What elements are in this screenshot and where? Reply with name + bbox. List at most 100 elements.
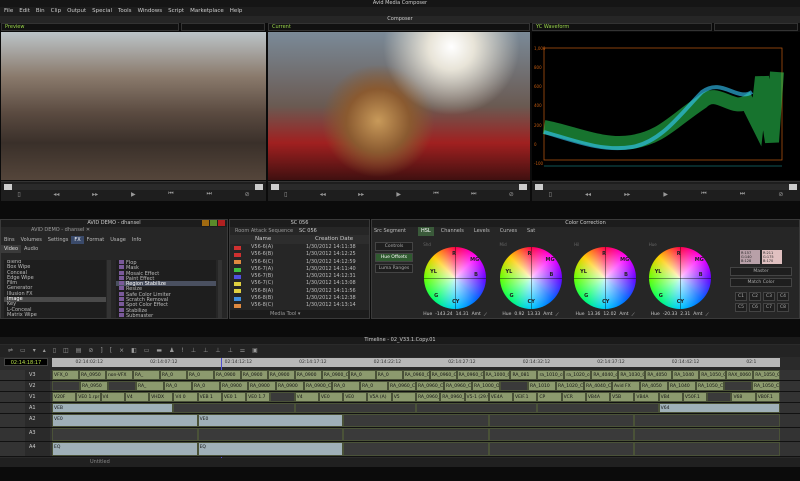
timeline-clip[interactable]: V50F.1 <box>682 392 708 402</box>
transport-button[interactable]: ⏭ <box>740 190 745 198</box>
timeline-clip[interactable]: RA_1050_COMP_v001 <box>699 370 727 380</box>
category-scrollbar[interactable] <box>107 260 111 318</box>
timeline-clip[interactable]: VEIF.1 <box>513 392 538 402</box>
preview-monitor-menu[interactable]: Preview <box>1 23 179 31</box>
timeline-clip[interactable] <box>52 428 198 441</box>
waveform-scrub-bar[interactable] <box>535 184 797 190</box>
current-frame[interactable] <box>268 32 530 180</box>
tab-format[interactable]: Format <box>84 236 108 244</box>
timecode-display[interactable]: 02:14:18:17 <box>4 358 48 366</box>
transport-button[interactable]: ⏭ <box>206 190 211 198</box>
transport-button[interactable]: ▶ <box>663 191 668 198</box>
effect-scrollbar[interactable] <box>218 260 222 318</box>
menu-clip[interactable]: Clip <box>51 7 61 16</box>
timeline-clip[interactable]: RA_0 <box>186 370 214 380</box>
bucket-c8[interactable]: C8 <box>777 303 789 312</box>
table-row[interactable]: V56-6(A) 1/30/2012 14:11:38 <box>230 244 369 251</box>
amount-value[interactable]: 2.31 <box>680 312 690 318</box>
timeline-clip[interactable]: RAX_0060 <box>726 370 754 380</box>
timeline-toolbar[interactable]: ⇌▭▾▴▯◫▤⊘][⨯◧▭▬♟!⊥⊥⊥⊥⚌▣ <box>0 345 800 357</box>
timeline-ruler[interactable]: 02:14:02:12 02:14:07:12 02:14:12:12 02:14:1… <box>52 358 780 367</box>
subtab-video[interactable]: Video <box>1 245 22 253</box>
amount-value[interactable]: 14.31 <box>456 312 469 318</box>
tab-hsl[interactable]: HSL <box>418 227 434 236</box>
minimize-button[interactable] <box>202 220 209 226</box>
color-wheel[interactable]: R MG B CY G YL <box>424 247 487 309</box>
timeline-clip[interactable]: EQ <box>197 442 344 456</box>
track-label[interactable]: V2 <box>25 381 50 391</box>
color-wheel[interactable]: R MG B CY G YL <box>499 247 562 309</box>
timeline-clip[interactable]: VFX_0 <box>52 370 79 380</box>
table-row[interactable]: V56-7(B) 1/30/2012 14:12:31 <box>230 273 369 280</box>
table-row[interactable]: V56-7(C) 1/30/2012 14:13:08 <box>230 280 369 287</box>
track-label[interactable]: A1 <box>25 403 50 413</box>
timeline-clip[interactable]: Avid FX <box>612 381 640 391</box>
timeline-clip[interactable]: RA_1040 <box>668 381 696 391</box>
bucket-c6[interactable]: C6 <box>749 303 761 312</box>
timeline-clip[interactable]: RA_081 <box>510 370 538 380</box>
track-label[interactable]: V3 <box>25 370 50 380</box>
timeline-clip[interactable]: V5 <box>391 392 416 402</box>
side-hue-offsets[interactable]: Hue Offsets <box>375 253 413 262</box>
timeline-clip[interactable]: RA_0 <box>164 381 192 391</box>
menu-special[interactable]: Special <box>92 7 112 16</box>
timeline-clip[interactable]: V4 <box>294 392 319 402</box>
timeline-clip[interactable]: V4 0 <box>173 392 198 402</box>
timeline-clip[interactable]: VEB 1 <box>197 392 222 402</box>
swatch-target[interactable]: R:211 G:175 B:170 <box>762 250 782 264</box>
timeline-clip[interactable] <box>343 428 489 441</box>
color-wheel[interactable]: R MG B CY G YL <box>574 247 637 309</box>
table-row[interactable]: V56-8(B) 1/30/2012 14:12:38 <box>230 295 369 302</box>
timeline-clip[interactable] <box>197 428 344 441</box>
tab-bins[interactable]: Bins <box>1 236 18 244</box>
timeline-clip[interactable]: ra_1010_cc <box>537 370 565 380</box>
effect-category[interactable]: Matrix Wipe <box>4 312 106 318</box>
menu-windows[interactable]: Windows <box>138 7 163 16</box>
timeline-clip[interactable]: RA_0 <box>348 370 376 380</box>
transport-button[interactable]: ◂◂ <box>585 191 591 198</box>
bucket-c2[interactable]: C2 <box>749 292 761 301</box>
bucket-c1[interactable]: C1 <box>735 292 747 301</box>
side-luma-ranges[interactable]: Luma Ranges <box>375 264 413 273</box>
timeline-clip[interactable]: RA_1050_COMP_v001_l_mov <box>753 370 781 380</box>
effects-bin-tab[interactable]: AVID DEMO - dhansel ✕ <box>1 227 227 234</box>
timeline-clip[interactable]: RA_1050_COMP_v001_l_mov <box>752 381 780 391</box>
column-creation-date[interactable]: Creation Date <box>315 235 353 244</box>
timeline-clip[interactable] <box>488 414 635 427</box>
timeline-clip[interactable] <box>537 403 659 413</box>
menu-edit[interactable]: Edit <box>19 7 30 16</box>
timeline-clip[interactable]: RA_0900 <box>240 370 268 380</box>
waveform-dropdown[interactable] <box>714 23 798 31</box>
timeline-clip[interactable] <box>52 381 80 391</box>
timeline-clip[interactable] <box>634 442 780 456</box>
timeline-clip[interactable] <box>108 381 136 391</box>
timeline-clip[interactable] <box>634 428 780 441</box>
timeline-clip[interactable]: RA_0960_COMP <box>416 381 444 391</box>
tab-fx[interactable]: FX <box>71 236 84 244</box>
timeline-clip[interactable]: RA_0960_ANIM <box>415 392 441 402</box>
timeline-clip[interactable] <box>634 414 780 427</box>
transport-button[interactable]: ⏮ <box>433 190 438 198</box>
timeline-clip[interactable] <box>500 381 528 391</box>
timeline-clip[interactable]: RA_0900 <box>248 381 276 391</box>
transport-button[interactable]: ▶ <box>396 191 401 198</box>
tab-settings[interactable]: Settings <box>45 236 72 244</box>
timeline-clip[interactable]: RA_0 <box>192 381 220 391</box>
tab-levels[interactable]: Levels <box>471 227 493 236</box>
track-label[interactable]: A2 <box>25 414 50 427</box>
timeline-clip[interactable]: RA_0900 <box>276 381 304 391</box>
timeline-clip[interactable]: VB4 <box>658 392 683 402</box>
timeline-clip[interactable]: VE4A <box>488 392 514 402</box>
timeline-clip[interactable]: RA_1050_COMP_v001 <box>696 381 724 391</box>
tab-sc-056[interactable]: SC 056 <box>296 227 320 235</box>
timeline-clip[interactable]: CP <box>537 392 562 402</box>
sequence-name[interactable]: Untitled <box>90 459 110 465</box>
transport-button[interactable]: ▯ <box>17 191 20 198</box>
timeline-clip[interactable]: RA_4040_comp <box>591 370 619 380</box>
waveform-monitor-menu[interactable]: YC Waveform <box>532 23 712 31</box>
timeline-clip[interactable]: VE0 <box>318 392 344 402</box>
effect-item[interactable]: Submaster <box>116 312 216 318</box>
current-monitor-menu[interactable]: Current <box>268 23 530 31</box>
transport-button[interactable]: ⏭ <box>471 190 476 198</box>
table-row[interactable]: V56-8(A) 1/30/2012 14:11:56 <box>230 288 369 295</box>
